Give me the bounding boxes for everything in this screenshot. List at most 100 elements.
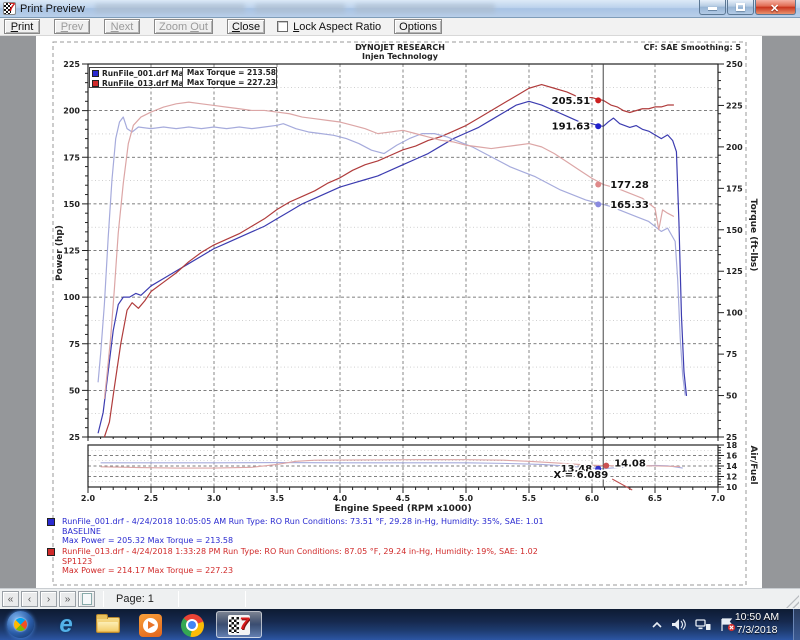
smoothing-note: CF: SAE Smoothing: 5 — [541, 43, 741, 52]
afr-axis-label: Air/Fuel — [748, 435, 758, 495]
print-button[interactable]: Print — [4, 19, 40, 34]
svg-text:2.5: 2.5 — [144, 494, 159, 503]
svg-text:125: 125 — [63, 247, 80, 256]
cursor-x-label: X = 6.089 — [554, 470, 609, 481]
taskbar-clock[interactable]: 10:50 AM 7/3/2018 — [728, 611, 786, 637]
svg-text:4.5: 4.5 — [396, 494, 411, 503]
report-company: DYNOJET RESEARCH — [250, 43, 550, 52]
svg-text:50: 50 — [69, 386, 81, 395]
title-bar: 7 Print Preview — [0, 0, 800, 18]
legend-swatch-blue — [92, 70, 99, 77]
legend-swatch-red — [92, 80, 99, 87]
marker-label: 191.63 — [552, 122, 591, 133]
svg-text:3.0: 3.0 — [207, 494, 222, 503]
svg-text:10: 10 — [726, 483, 738, 492]
svg-text:25: 25 — [69, 433, 81, 442]
run-info-line: RunFile_001.drf - 4/24/2018 10:05:05 AM … — [62, 517, 544, 527]
resize-grip[interactable] — [786, 595, 799, 608]
maximize-button[interactable] — [727, 0, 754, 15]
svg-text:3.5: 3.5 — [270, 494, 285, 503]
marker-label: 165.33 — [610, 200, 649, 211]
svg-text:200: 200 — [726, 143, 743, 152]
run-info-sp1123: RunFile_013.drf - 4/24/2018 1:33:28 PM R… — [47, 547, 538, 576]
marker-dot-205.51 — [595, 97, 601, 103]
options-button[interactable]: Options — [394, 19, 442, 34]
run-info-line: Max Power = 205.32 Max Torque = 213.58 — [62, 536, 544, 546]
svg-text:75: 75 — [69, 340, 81, 349]
app-icon: 7 — [3, 2, 16, 15]
hidden-icons-arrow[interactable] — [652, 621, 662, 629]
svg-text:5.0: 5.0 — [459, 494, 474, 503]
svg-text:200: 200 — [63, 107, 80, 116]
svg-text:150: 150 — [726, 226, 743, 235]
redacted-title-text — [255, 4, 345, 13]
marker-label: 177.28 — [610, 180, 649, 191]
page-view-button[interactable] — [78, 591, 95, 607]
svg-text:2.0: 2.0 — [81, 494, 96, 503]
status-bar: « ‹ › » Page: 1 — [0, 588, 800, 609]
run-info-line: SP1123 — [62, 557, 538, 567]
show-desktop-button[interactable] — [793, 609, 800, 640]
svg-text:175: 175 — [63, 153, 80, 162]
svg-text:175: 175 — [726, 184, 743, 193]
lock-aspect-ratio-label: Lock Aspect Ratio — [293, 21, 381, 33]
legend-row-run013: RunFile_013.drf Max Power = 214.17 Max T… — [90, 78, 276, 88]
close-window-button[interactable] — [755, 0, 796, 15]
file-explorer-icon[interactable] — [94, 612, 122, 638]
marker-label: 14.08 — [614, 459, 646, 470]
svg-text:150: 150 — [63, 200, 80, 209]
volume-icon[interactable] — [671, 618, 686, 631]
svg-text:12: 12 — [726, 473, 737, 482]
network-icon[interactable] — [695, 618, 711, 631]
chrome-icon[interactable] — [178, 612, 206, 638]
close-button[interactable]: Close — [227, 19, 265, 34]
run-swatch-red — [47, 548, 55, 556]
svg-text:7.0: 7.0 — [711, 494, 726, 503]
run-info-baseline: RunFile_001.drf - 4/24/2018 10:05:05 AM … — [47, 517, 544, 546]
marker-dot-14.08 — [603, 463, 609, 469]
dynojet-app-taskbar-button[interactable]: 7 — [216, 611, 262, 638]
prev-page-button[interactable]: ‹ — [21, 591, 38, 607]
svg-text:5.5: 5.5 — [522, 494, 537, 503]
run-info-line: RunFile_013.drf - 4/24/2018 1:33:28 PM R… — [62, 547, 538, 557]
last-page-button[interactable]: » — [59, 591, 76, 607]
taskbar: e 7 10:50 AM 7/3/2018 — [0, 609, 800, 640]
run-swatch-blue — [47, 518, 55, 526]
window-title: Print Preview — [20, 3, 85, 15]
zoom-out-button[interactable]: Zoom Out — [154, 19, 213, 34]
marker-dot-177.28 — [595, 182, 601, 188]
report-subtitle: Injen Technology — [250, 52, 550, 61]
preview-workspace: 2550751001251501752002252550751001251501… — [0, 36, 800, 588]
svg-text:6.5: 6.5 — [648, 494, 663, 503]
marker-dot-165.33 — [595, 201, 601, 207]
start-button[interactable] — [7, 611, 34, 638]
marker-dot-191.63 — [595, 123, 601, 129]
x-axis-title: Engine Speed (RPM x1000) — [253, 504, 553, 514]
next-page-button[interactable]: › — [40, 591, 57, 607]
legend-row-run001: RunFile_001.drf Max Power = 205.32 Max T… — [90, 68, 276, 78]
svg-text:225: 225 — [63, 60, 80, 69]
clock-date: 7/3/2018 — [728, 624, 786, 637]
next-button[interactable]: Next — [104, 19, 140, 34]
prev-button[interactable]: Prev — [54, 19, 90, 34]
svg-text:100: 100 — [63, 293, 80, 302]
run-info-line: BASELINE — [62, 527, 544, 537]
chart-legend: RunFile_001.drf Max Power = 205.32 Max T… — [89, 67, 277, 88]
dynojet-app-icon: 7 — [228, 615, 250, 635]
svg-text:50: 50 — [726, 392, 738, 401]
svg-text:75: 75 — [726, 350, 738, 359]
clock-time: 10:50 AM — [728, 611, 786, 624]
windows-logo-icon — [11, 615, 29, 633]
first-page-button[interactable]: « — [2, 591, 19, 607]
lock-aspect-ratio-checkbox[interactable] — [277, 21, 288, 32]
svg-text:4.0: 4.0 — [333, 494, 348, 503]
svg-text:225: 225 — [726, 101, 743, 110]
internet-explorer-icon[interactable]: e — [52, 612, 80, 638]
run-info-line: Max Power = 214.17 Max Torque = 227.23 — [62, 566, 538, 576]
report-page: 2550751001251501752002252550751001251501… — [36, 36, 762, 588]
media-player-icon[interactable] — [136, 612, 164, 638]
svg-text:125: 125 — [726, 267, 743, 276]
page-indicator: Page: 1 — [116, 593, 154, 605]
minimize-button[interactable] — [699, 0, 726, 15]
screen: 7 Print Preview Print Prev Next Zoom Out… — [0, 0, 800, 640]
